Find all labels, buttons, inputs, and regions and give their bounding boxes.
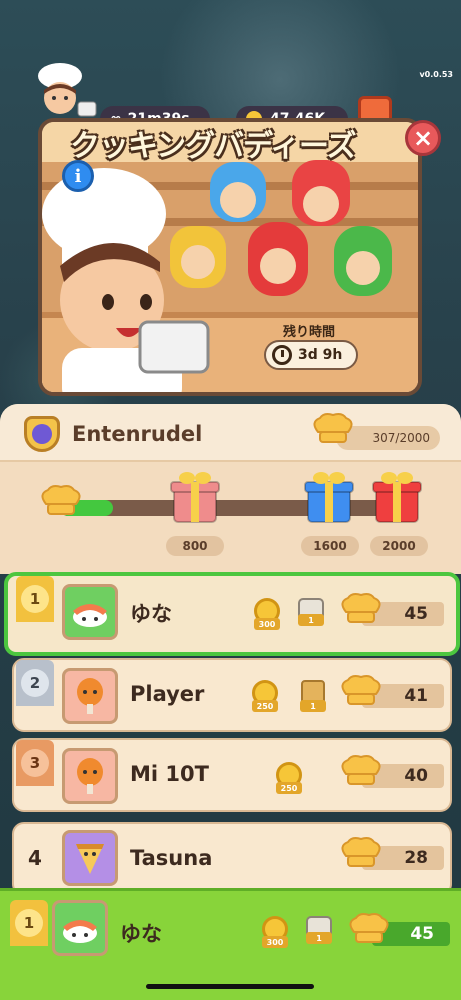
version-label: v0.0.53 bbox=[419, 70, 453, 79]
avatar-pizza-icon bbox=[62, 830, 118, 886]
coin-reward: 300 bbox=[250, 598, 284, 632]
avatar-sushi-icon bbox=[62, 584, 118, 640]
chef-hat-icon bbox=[341, 755, 381, 785]
milestone-value-2: 1600 bbox=[301, 536, 359, 556]
milestone-gift-icon-1[interactable] bbox=[168, 466, 222, 526]
avatar-drumstick-icon bbox=[62, 668, 118, 724]
my-name: ゆな bbox=[120, 922, 162, 946]
chef-hat-icon bbox=[341, 675, 381, 705]
rank-ribbon-gold-icon: 1 bbox=[16, 576, 54, 622]
player-name: Tasuna bbox=[130, 846, 213, 870]
event-title: クッキングバディーズ bbox=[70, 129, 356, 164]
milestone-gift-icon-3[interactable] bbox=[370, 466, 424, 526]
rank-ribbon-silver-icon: 2 bbox=[16, 660, 54, 706]
item-reward: 1 bbox=[296, 680, 330, 714]
time-remaining-pill: 3d 9h bbox=[264, 340, 358, 370]
close-icon: × bbox=[412, 124, 434, 152]
chef-hat-icon bbox=[341, 837, 381, 867]
coin-reward: 250 bbox=[272, 762, 306, 796]
home-indicator[interactable] bbox=[146, 984, 314, 989]
rank-ribbon-gold-icon: 1 bbox=[10, 900, 48, 946]
item-reward: 1 bbox=[294, 598, 328, 632]
time-remaining-label: 残り時間 bbox=[283, 325, 336, 340]
milestone-gift-icon-2[interactable] bbox=[302, 466, 356, 526]
item-reward: 1 bbox=[302, 916, 336, 950]
avatar-drumstick-icon bbox=[62, 748, 118, 804]
milestone-value-1: 800 bbox=[166, 536, 224, 556]
chef-hat-icon bbox=[341, 593, 381, 623]
milestone-value-3: 2000 bbox=[370, 536, 428, 556]
rank-number: 4 bbox=[28, 846, 42, 870]
info-button[interactable]: i bbox=[62, 160, 94, 192]
clock-icon bbox=[272, 345, 292, 365]
player-name: ゆな bbox=[130, 602, 172, 626]
player-name: Mi 10T bbox=[130, 762, 209, 786]
progress-chef-hat-icon bbox=[41, 485, 81, 515]
team-badge-icon bbox=[24, 416, 60, 452]
chef-hat-icon bbox=[349, 913, 389, 943]
rank-ribbon-bronze-icon: 3 bbox=[16, 740, 54, 786]
avatar-sushi-icon bbox=[52, 900, 108, 956]
info-icon: i bbox=[74, 165, 82, 187]
coin-reward: 250 bbox=[248, 680, 282, 714]
player-name: Player bbox=[130, 682, 205, 706]
chef-hat-icon bbox=[313, 413, 353, 443]
close-button[interactable]: × bbox=[405, 120, 441, 156]
team-name: Entenrudel bbox=[72, 422, 203, 446]
coin-reward: 300 bbox=[258, 916, 292, 950]
